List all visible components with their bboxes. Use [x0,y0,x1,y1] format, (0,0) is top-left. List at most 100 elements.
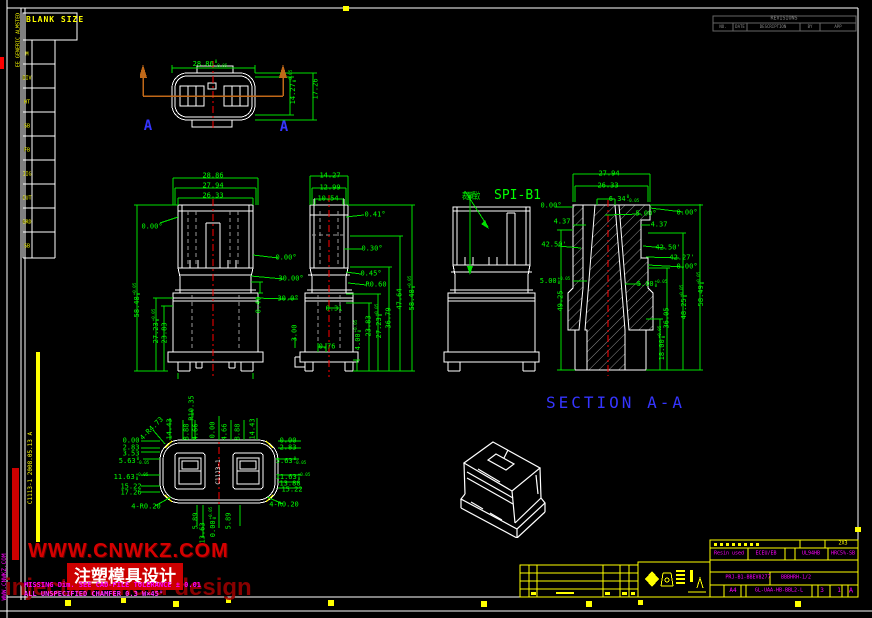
dim-label: 0.00° [676,210,697,217]
texture-view [443,183,540,375]
cad-drawing-canvas[interactable]: BLANK SIZE 表面晒纹SPI-B1 SECTION A-A inject… [0,0,872,618]
strip-row-label: JIG [22,173,31,178]
dim-label: R0.60 [365,282,386,289]
dim-label: 1 [837,588,841,594]
strip-row-label: DIV [22,77,31,82]
texture-note-code: SPI-B1 [494,188,541,203]
dim-label: 2.83 [280,445,297,452]
dim-label: 27.94 [598,171,619,178]
top-view [140,55,340,165]
dim-label: 42.50' [655,245,680,252]
dim-label: 5.00+0.050 [540,277,570,285]
strip-row-label: HT [24,101,30,106]
dim-label: 49.25 [558,290,565,311]
surface-texture-note: 表面晒纹 SPI-B1 [462,184,541,203]
dim-label: R10.35 [189,395,196,420]
dim-label: A4 [729,588,736,594]
dim-label: 17.26 [120,490,141,497]
dim-label: 14.27+0.050 [289,70,297,105]
dim-label: REVISIONS [770,17,797,22]
dim-label: 0.76 [319,344,336,351]
dim-label: 42.50' [541,242,566,249]
dim-label: HRC5%-SB [831,552,855,557]
dim-label: EE GENERIC ALMSTED [17,13,22,67]
dim-label: DATE [735,25,745,29]
section-title: SECTION A-A [546,393,685,412]
dim-label: 0.41° [364,212,385,219]
dim-label: 4.37 [651,222,668,229]
dim-label: 4.66 [193,424,200,441]
dim-label: 5.00° [635,211,656,218]
strip-row-label: M [25,53,28,58]
dim-label: Resin used [714,552,744,557]
dim-label: 0.00 [210,422,217,439]
blank-size-label: BLANK SIZE [26,15,84,24]
dim-label: 0.00+0.050 [209,507,217,537]
dim-label: 48.25+0.050 [680,285,688,320]
dim-label: 36.79 [386,307,393,328]
dim-label: 4-R0.20 [269,502,299,509]
dim-label: 30.0° [277,296,298,303]
chamfer-note: ALL UNSPECIFIED CHAMFER 0.3 W×45° [24,590,163,598]
dim-label: 8.88 [235,424,242,441]
dim-label: 14.43 [167,418,174,439]
texture-note-cn: 表面晒纹 [462,189,480,202]
dim-label: 23.83 [366,315,373,336]
dim-label: 27.23+0.050 [375,304,383,339]
dim-label: PRJ-B1-BBEV8277 [725,576,770,581]
dim-label: 2X3 [838,542,847,547]
isometric-view [438,428,558,538]
strip-row-label: SB [24,245,30,250]
dim-label: BBBHRH-1/2 [781,576,811,581]
dim-label: 3 [820,588,824,594]
dim-label: 11.63+0.050 [114,473,149,481]
dim-label: A [280,120,288,134]
dim-label: 0.30° [361,246,382,253]
dim-label: 6.340-0.05 [609,195,639,203]
dim-label: 4.66 [222,424,229,441]
dim-label: 0.00° [540,203,561,210]
dim-label: 15.22 [281,487,302,494]
watermark-side-bar [12,468,19,560]
dim-label: APP [834,25,841,29]
dim-label: 58.48+0.050 [408,276,416,311]
watermark-url: WWW.CNWKZ.COM [28,540,229,563]
dim-label: 4.37 [554,219,571,226]
strip-row-label: FB [24,149,30,154]
dim-label: C1113-1 2008.05.13 A [28,432,34,504]
dim-label: 4.00+0.050 [354,320,362,350]
dim-label: 14.43 [250,418,257,439]
dim-label: 26.33 [597,183,618,190]
dim-label: UL94HB [802,552,820,557]
tolerance-note: MISSING Dim. SEE CAD-FILE TOLERANCE ± 0.… [24,581,201,589]
dim-label: 0.31 [326,306,343,313]
dim-label: 5.89 [226,513,233,530]
dim-label: A [144,119,152,133]
dim-label: BY [808,25,813,29]
dim-label: 3.00 [292,325,299,342]
dim-label: 8.88 [184,424,191,441]
dim-label: 14.27 [319,173,340,180]
dim-label: 0.00° [676,264,697,271]
dim-label: 0.00° [141,224,162,231]
dim-label: 0.40 [256,297,263,314]
dim-label: 28.86 [202,173,223,180]
dim-label: 0.45° [360,271,381,278]
dim-label: 58.48+0.050 [133,283,141,318]
strip-row-label: SB [24,125,30,130]
dim-label: DESCRIPTION [760,25,787,29]
dim-label: 28.860-0.05 [193,60,228,68]
dim-label: 27.23+0.050 [152,309,160,344]
red-tick [0,57,4,69]
strip-row-label: GRD [22,221,31,226]
dim-label: 5.630-0.05 [276,457,306,465]
dim-label: 10.54 [317,196,338,203]
dim-label: ECEU/EB [755,552,776,557]
dim-label: 30.00° [278,276,303,283]
dim-label: 47.64 [397,288,404,309]
dim-label: 17.26 [313,78,320,99]
strip-row-label: CUT [22,197,31,202]
section-view [553,158,718,388]
dim-label: A [849,588,853,595]
dim-label: 5.630-0.05 [119,457,149,465]
